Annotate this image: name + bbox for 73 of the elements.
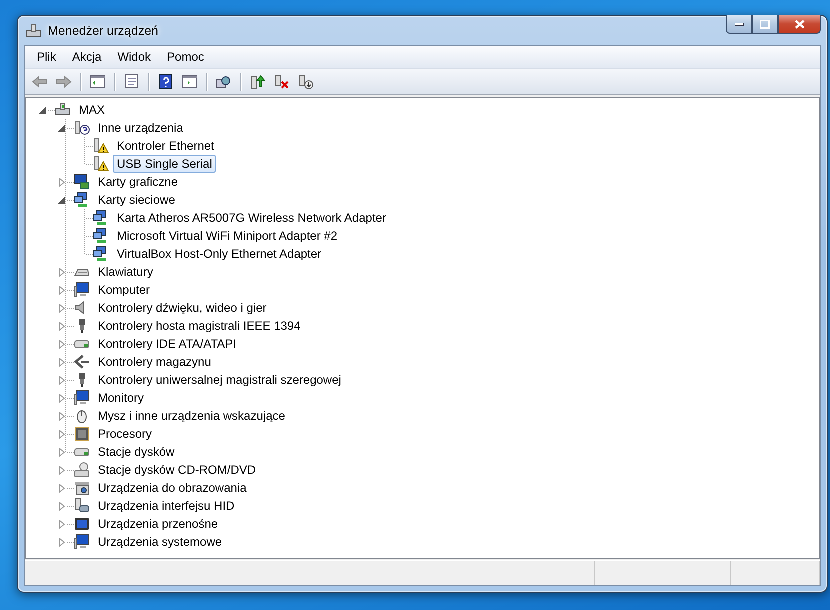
expander-toggle[interactable]	[57, 465, 67, 475]
portable-device-icon	[74, 516, 90, 532]
tree-item[interactable]: Kontrolery hosta magistrali IEEE 1394	[94, 317, 305, 335]
expander-toggle[interactable]	[57, 483, 67, 493]
storage-icon	[74, 354, 90, 370]
expander-toggle[interactable]	[57, 321, 67, 331]
close-button[interactable]	[778, 15, 821, 34]
network-icon	[93, 228, 109, 244]
close-icon	[794, 20, 804, 28]
tree-item[interactable]: Inne urządzenia	[94, 119, 188, 137]
unknown-device-icon	[74, 120, 90, 136]
warning-device-icon	[93, 156, 109, 172]
expander-toggle[interactable]	[57, 501, 67, 511]
tree-item[interactable]: Microsoft Virtual WiFi Miniport Adapter #2	[113, 227, 342, 245]
expander-toggle[interactable]	[57, 339, 67, 349]
window-title: Menedżer urządzeń	[48, 24, 160, 38]
tree-item[interactable]: Komputer	[94, 281, 154, 299]
network-icon	[93, 246, 109, 262]
tree-item[interactable]: Karty sieciowe	[94, 191, 180, 209]
network-icon	[74, 192, 90, 208]
menu-item[interactable]: Plik	[29, 50, 64, 64]
tree-item[interactable]: Klawiatury	[94, 263, 158, 281]
menu-item[interactable]: Akcja	[64, 50, 110, 64]
tree-item[interactable]: Procesory	[94, 425, 156, 443]
hid-device-icon	[74, 498, 90, 514]
menu-item[interactable]: Pomoc	[159, 50, 212, 64]
expander-toggle[interactable]	[57, 537, 67, 547]
tree-item[interactable]: Karty graficzne	[94, 173, 182, 191]
minimize-button[interactable]	[726, 15, 752, 34]
expander-toggle[interactable]	[57, 195, 67, 205]
minimize-icon	[734, 22, 744, 26]
tree-item[interactable]: VirtualBox Host-Only Ethernet Adapter	[113, 245, 326, 263]
menu-item[interactable]: Widok	[110, 50, 160, 64]
tree-item[interactable]: Urządzenia interfejsu HID	[94, 497, 239, 515]
expander-toggle[interactable]	[57, 447, 67, 457]
tree-item[interactable]: Monitory	[94, 389, 148, 407]
tree-item[interactable]: Kontrolery uniwersalnej magistrali szeregowej	[94, 371, 346, 389]
tree-item[interactable]: Kontrolery dźwięku, wideo i gier	[94, 299, 271, 317]
tree-item[interactable]: Urządzenia przenośne	[94, 515, 222, 533]
tree-item[interactable]: Mysz i inne urządzenia wskazujące	[94, 407, 290, 425]
camera-icon	[74, 480, 90, 496]
expander-toggle[interactable]	[57, 429, 67, 439]
disc-drive-icon	[74, 462, 90, 478]
expander-toggle[interactable]	[57, 375, 67, 385]
expander-toggle[interactable]	[57, 177, 67, 187]
tree-item[interactable]: Urządzenia do obrazowania	[94, 479, 251, 497]
expander-toggle[interactable]	[57, 519, 67, 529]
mouse-icon	[74, 408, 90, 424]
tree-item[interactable]: MAX	[75, 101, 110, 119]
maximize-button[interactable]	[752, 15, 778, 34]
expander-toggle[interactable]	[57, 123, 67, 133]
tree-item[interactable]: Kontroler Ethernet	[113, 137, 218, 155]
tree-item[interactable]: Kontrolery IDE ATA/ATAPI	[94, 335, 240, 353]
warning-device-icon	[93, 138, 109, 154]
tree-item[interactable]: Stacje dysków	[94, 443, 179, 461]
tree-item[interactable]: USB Single Serial	[113, 155, 216, 173]
expander-toggle[interactable]	[57, 267, 67, 277]
expander-toggle[interactable]	[57, 303, 67, 313]
expander-toggle[interactable]	[57, 285, 67, 295]
display-adapter-icon	[74, 174, 90, 190]
expander-toggle[interactable]	[57, 393, 67, 403]
device-manager-icon	[26, 22, 42, 38]
tree-item[interactable]: Urządzenia systemowe	[94, 533, 226, 551]
expander-toggle[interactable]	[57, 357, 67, 367]
processor-icon	[74, 426, 90, 442]
tree-item[interactable]: Karta Atheros AR5007G Wireless Network Adapter	[113, 209, 390, 227]
maximize-icon	[760, 20, 770, 28]
tree-item[interactable]: Kontrolery magazynu	[94, 353, 216, 371]
expander-toggle[interactable]	[38, 105, 48, 115]
computer-icon	[55, 102, 71, 118]
tree-item[interactable]: Stacje dysków CD-ROM/DVD	[94, 461, 260, 479]
expander-toggle[interactable]	[57, 411, 67, 421]
network-icon	[93, 210, 109, 226]
